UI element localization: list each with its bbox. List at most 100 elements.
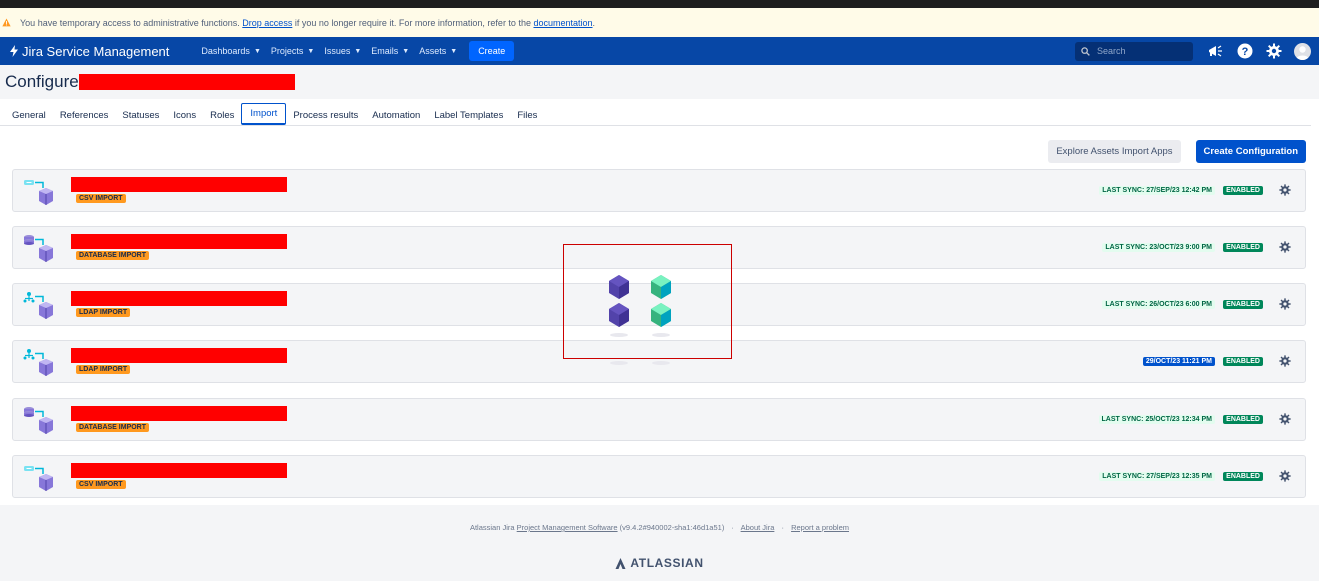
chevron-down-icon: ▼ xyxy=(307,47,315,55)
loading-cube-icon xyxy=(651,303,671,327)
brand-name: Jira Service Management xyxy=(22,43,170,59)
page-header: Configure xyxy=(0,65,1319,99)
tab-references[interactable]: References xyxy=(53,110,116,125)
create-configuration-button[interactable]: Create Configuration xyxy=(1195,140,1306,163)
pms-link[interactable]: Project Management Software xyxy=(517,523,618,532)
redacted-schema-name xyxy=(78,74,295,90)
csv-import-icon xyxy=(24,180,53,205)
status-badge: ENABLED xyxy=(1223,186,1263,195)
database-import-icon xyxy=(24,407,53,434)
import-type-badge: DATABASE IMPORT xyxy=(76,423,150,432)
nav-projects-label: Projects xyxy=(270,46,304,56)
last-sync-lozenge: LAST SYNC: 23/OCT/23 9:00 PM xyxy=(1102,243,1215,252)
report-problem-link[interactable]: Report a problem xyxy=(791,523,849,532)
last-sync-lozenge: LAST SYNC: 26/OCT/23 6:00 PM xyxy=(1102,300,1215,309)
lightning-icon xyxy=(10,45,18,57)
nav-emails[interactable]: Emails ▼ xyxy=(371,46,409,56)
loading-cube-icon xyxy=(651,275,671,299)
redacted-import-name xyxy=(71,177,287,192)
import-type-badge: LDAP IMPORT xyxy=(76,365,131,374)
import-type-badge: CSV IMPORT xyxy=(76,480,126,489)
import-row[interactable]: CSV IMPORT LAST SYNC: 27/SEP/23 12:35 PM… xyxy=(12,455,1306,498)
import-row[interactable]: DATABASE IMPORT LAST SYNC: 25/OCT/23 12:… xyxy=(12,398,1306,441)
tab-import[interactable]: Import xyxy=(241,103,287,125)
row-settings-gear-icon[interactable] xyxy=(1279,470,1291,482)
tab-statuses[interactable]: Statuses xyxy=(115,110,166,125)
nav-dashboards[interactable]: Dashboards ▼ xyxy=(201,46,260,56)
redacted-import-name xyxy=(71,234,287,249)
row-settings-gear-icon[interactable] xyxy=(1279,241,1291,253)
status-badge: ENABLED xyxy=(1223,243,1263,252)
import-type-badge: DATABASE IMPORT xyxy=(76,251,150,260)
tab-icons[interactable]: Icons xyxy=(166,110,203,125)
last-sync-lozenge: LAST SYNC: 25/OCT/23 12:34 PM xyxy=(1098,415,1215,424)
footer-prefix: Atlassian Jira xyxy=(469,523,515,532)
tab-roles[interactable]: Roles xyxy=(203,110,241,125)
redacted-import-name xyxy=(71,406,287,421)
chevron-down-icon: ▼ xyxy=(253,47,261,55)
row-settings-gear-icon[interactable] xyxy=(1279,355,1291,367)
search-input[interactable]: Search xyxy=(1075,41,1193,61)
user-avatar[interactable] xyxy=(1294,42,1311,60)
footer-separator: · xyxy=(731,523,734,532)
import-actions: Explore Assets Import Apps Create Config… xyxy=(1048,140,1306,163)
page-footer: Atlassian Jira Project Management Softwa… xyxy=(0,505,1319,581)
footer-separator: · xyxy=(781,523,784,532)
nav-issues[interactable]: Issues ▼ xyxy=(324,46,361,56)
banner-text-2: if you no longer require it. For more in… xyxy=(294,17,531,28)
settings-gear-icon[interactable] xyxy=(1265,43,1282,60)
page-title: Configure xyxy=(5,72,79,91)
documentation-link[interactable]: documentation xyxy=(533,18,592,28)
import-type-badge: LDAP IMPORT xyxy=(76,308,131,317)
row-settings-gear-icon[interactable] xyxy=(1279,184,1291,196)
nav-assets[interactable]: Assets ▼ xyxy=(419,46,457,56)
nav-right-tools: Search ? xyxy=(1075,37,1319,65)
nav-projects[interactable]: Projects ▼ xyxy=(271,46,314,56)
last-sync-lozenge: LAST SYNC: 27/SEP/23 12:42 PM xyxy=(1099,186,1215,195)
help-icon[interactable]: ? xyxy=(1236,43,1253,60)
chevron-down-icon: ▼ xyxy=(450,47,458,55)
last-sync-lozenge: LAST SYNC: 27/SEP/23 12:35 PM xyxy=(1099,472,1215,481)
banner-text-3: . xyxy=(592,17,596,28)
admin-access-banner: You have temporary access to administrat… xyxy=(0,8,1319,37)
row-settings-gear-icon[interactable] xyxy=(1279,298,1291,310)
tab-files[interactable]: Files xyxy=(510,110,544,125)
notifications-megaphone-icon[interactable] xyxy=(1207,43,1224,60)
about-jira-link[interactable]: About Jira xyxy=(741,523,775,532)
atlassian-mark-icon xyxy=(615,557,626,569)
chevron-down-icon: ▼ xyxy=(354,47,362,55)
atlassian-logo: ATLASSIAN xyxy=(0,556,1319,570)
tab-label-templates[interactable]: Label Templates xyxy=(427,110,510,125)
tab-automation[interactable]: Automation xyxy=(365,110,427,125)
import-row[interactable]: CSV IMPORT LAST SYNC: 27/SEP/23 12:42 PM… xyxy=(12,169,1306,212)
drop-access-link[interactable]: Drop access xyxy=(242,18,292,28)
ldap-import-icon xyxy=(23,292,53,319)
create-button[interactable]: Create xyxy=(469,41,515,61)
atlassian-wordmark: ATLASSIAN xyxy=(630,556,704,570)
search-placeholder: Search xyxy=(1097,46,1126,56)
redacted-import-name xyxy=(71,291,287,306)
database-import-icon xyxy=(24,235,53,262)
browser-top-strip xyxy=(0,0,1319,8)
search-icon xyxy=(1081,46,1090,56)
loading-spinner xyxy=(563,244,732,365)
cube-shadow xyxy=(610,333,628,337)
import-type-badge: CSV IMPORT xyxy=(76,194,126,203)
loading-cube-icon xyxy=(609,275,629,299)
cube-shadow xyxy=(652,361,670,365)
svg-text:?: ? xyxy=(1241,46,1248,58)
nav-issues-label: Issues xyxy=(324,46,351,56)
csv-import-icon xyxy=(24,466,53,491)
jsm-logo[interactable]: Jira Service Management xyxy=(9,44,169,59)
nav-assets-label: Assets xyxy=(419,46,447,56)
nav-emails-label: Emails xyxy=(371,46,399,56)
tab-process-results[interactable]: Process results xyxy=(286,110,365,125)
row-settings-gear-icon[interactable] xyxy=(1279,413,1291,425)
explore-import-apps-button[interactable]: Explore Assets Import Apps xyxy=(1048,140,1181,163)
tab-general[interactable]: General xyxy=(5,110,53,125)
status-badge: ENABLED xyxy=(1223,472,1263,481)
footer-version: (v9.4.2#940002-sha1:46d1a51) xyxy=(619,523,725,532)
cube-shadow xyxy=(652,333,670,337)
status-badge: ENABLED xyxy=(1223,300,1263,309)
status-badge: ENABLED xyxy=(1223,357,1263,366)
